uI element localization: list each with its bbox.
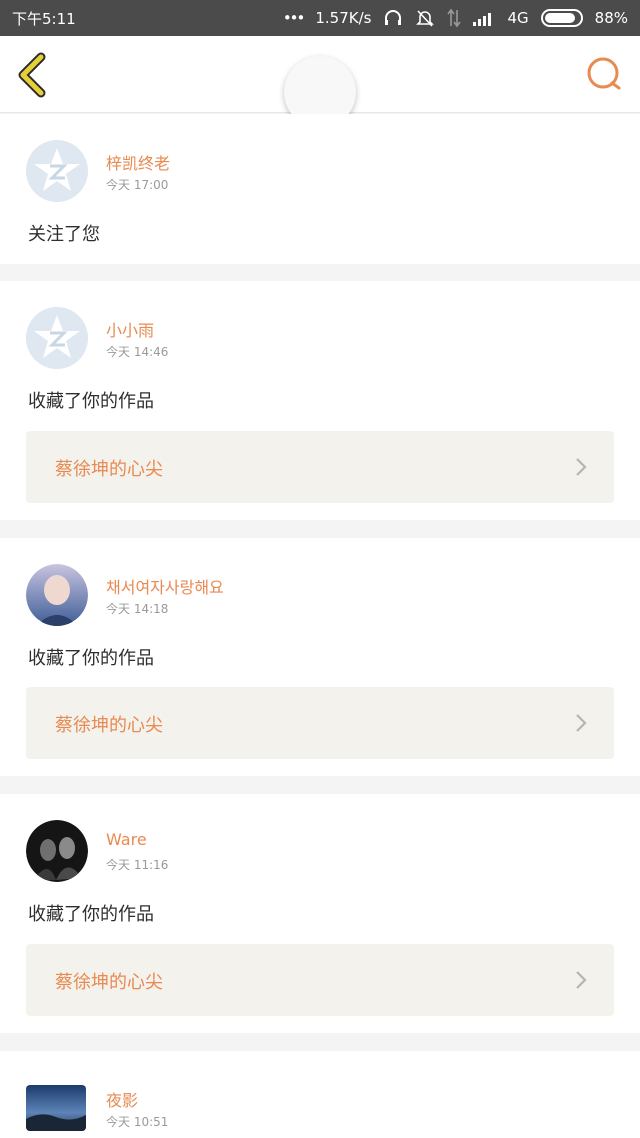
- action-text: 关注了您: [28, 224, 100, 245]
- status-time: 下午5:11: [12, 9, 76, 28]
- timestamp: 今天 14:18: [106, 602, 169, 616]
- back-button[interactable]: [14, 52, 54, 98]
- username[interactable]: 夜影: [106, 1087, 138, 1111]
- work-link[interactable]: 蔡徐坤的心尖: [26, 944, 614, 1016]
- mute-icon: [415, 8, 435, 28]
- avatar[interactable]: [26, 307, 88, 369]
- username[interactable]: Ware: [106, 830, 147, 849]
- notification-card[interactable]: 夜影 今天 10:51: [0, 1051, 640, 1138]
- network-type: 4G: [507, 9, 529, 27]
- photo-avatar-landscape-icon: [26, 1085, 86, 1131]
- username[interactable]: 채서여자사랑해요: [106, 574, 224, 598]
- timestamp: 今天 10:51: [106, 1115, 169, 1129]
- app-screen: 下午5:11 ••• 1.57K/s 4G 88% 梓凯终老 今天 17:00 …: [0, 0, 640, 1138]
- notification-card[interactable]: Ware 今天 11:16 收藏了你的作品 蔡徐坤的心尖: [0, 794, 640, 1033]
- signal-icon: [473, 10, 495, 26]
- status-dots: •••: [282, 9, 306, 27]
- work-link[interactable]: 蔡徐坤的心尖: [26, 687, 614, 759]
- qq-default-avatar-icon: [26, 140, 88, 202]
- notification-card[interactable]: 채서여자사랑해요 今天 14:18 收藏了你的作品 蔡徐坤的心尖: [0, 538, 640, 776]
- battery-percent: 88%: [594, 9, 628, 27]
- timestamp: 今天 17:00: [106, 178, 169, 192]
- username[interactable]: 梓凯终老: [106, 150, 170, 174]
- action-text: 收藏了你的作品: [28, 904, 154, 925]
- battery-fill: [544, 13, 575, 23]
- avatar[interactable]: [26, 140, 88, 202]
- avatar[interactable]: [26, 564, 88, 626]
- action-text: 收藏了你的作品: [28, 391, 154, 412]
- photo-avatar-blue-icon: [26, 564, 88, 626]
- data-arrows-icon: [447, 8, 462, 28]
- notification-card[interactable]: 梓凯终老 今天 17:00 关注了您: [0, 114, 640, 264]
- work-title: 蔡徐坤的心尖: [55, 972, 163, 993]
- avatar[interactable]: [26, 1085, 86, 1131]
- timestamp: 今天 11:16: [106, 858, 169, 872]
- search-icon: [587, 57, 621, 90]
- notification-card[interactable]: 小小雨 今天 14:46 收藏了你的作品 蔡徐坤的心尖: [0, 281, 640, 520]
- top-navigation-bar: [0, 36, 640, 128]
- chevron-right-icon: [576, 458, 587, 476]
- network-speed: 1.57K/s: [315, 9, 372, 27]
- back-chevron-icon: [18, 52, 46, 98]
- battery-icon: [540, 9, 583, 27]
- photo-avatar-dark-icon: [26, 820, 88, 882]
- action-text: 收藏了你的作品: [28, 648, 154, 669]
- timestamp: 今天 14:46: [106, 345, 169, 359]
- headphone-icon: [383, 8, 403, 28]
- work-link[interactable]: 蔡徐坤的心尖: [26, 431, 614, 503]
- work-title: 蔡徐坤的心尖: [55, 715, 163, 736]
- qq-default-avatar-icon: [26, 307, 88, 369]
- username[interactable]: 小小雨: [106, 317, 154, 341]
- chevron-right-icon: [576, 714, 587, 732]
- chevron-right-icon: [576, 971, 587, 989]
- search-button[interactable]: [584, 54, 624, 94]
- work-title: 蔡徐坤的心尖: [55, 459, 163, 480]
- status-bar: 下午5:11 ••• 1.57K/s 4G 88%: [0, 0, 640, 36]
- avatar[interactable]: [26, 820, 88, 882]
